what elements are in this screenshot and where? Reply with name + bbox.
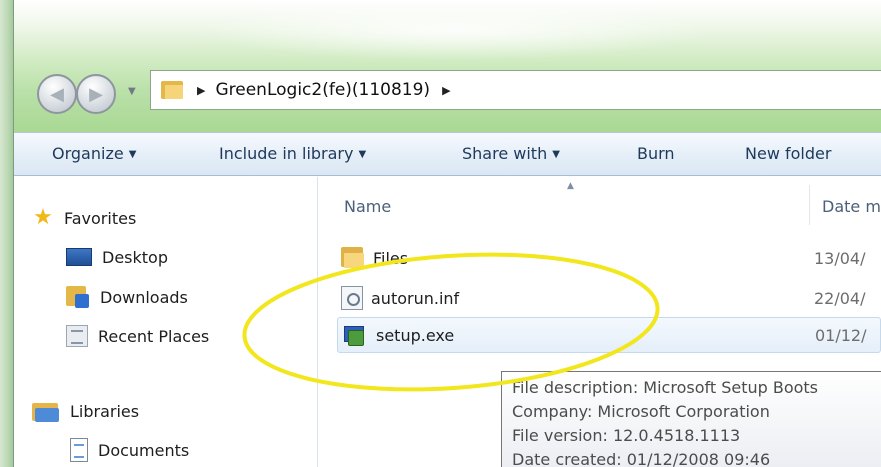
folder-icon (341, 247, 365, 269)
chevron-down-icon: ▼ (128, 86, 136, 97)
sidebar-item-libraries[interactable]: Libraries (32, 396, 332, 426)
tooltip-file-version: File version: 12.0.4518.1113 (512, 426, 741, 445)
column-divider[interactable] (809, 185, 810, 225)
include-in-library-button[interactable]: Include in library ▼ (219, 144, 366, 163)
file-date: 22/04/ (814, 288, 866, 308)
file-date: 13/04/ (814, 248, 866, 268)
back-button[interactable]: ◀ (37, 74, 77, 114)
address-bar[interactable]: ▶ GreenLogic2(fe)(110819) ▶ (150, 70, 881, 110)
setup-info-file-icon (341, 286, 363, 310)
sidebar-item-favorites[interactable]: ★ Favorites (32, 203, 332, 233)
chevron-down-icon: ▼ (128, 149, 137, 160)
include-in-library-label: Include in library (219, 144, 354, 163)
sidebar-item-label: Documents (98, 440, 190, 460)
file-info-tooltip: File description: Microsoft Setup Boots … (501, 371, 881, 467)
sidebar-item-label: Desktop (102, 247, 168, 267)
file-name: autorun.inf (371, 288, 460, 308)
downloads-folder-icon (66, 286, 90, 308)
chevron-down-icon: ▼ (552, 149, 560, 160)
desktop-icon (66, 248, 92, 266)
navigation-pane: ★ Favorites Desktop Downloads Recent Pla… (14, 177, 318, 467)
sort-ascending-icon: ▲ (567, 181, 574, 191)
breadcrumb-arrow-icon[interactable]: ▶ (197, 84, 205, 97)
tooltip-date-created: Date created: 01/12/2008 09:46 (512, 450, 771, 467)
installer-exe-icon (342, 322, 368, 348)
chevron-down-icon: ▼ (358, 149, 367, 160)
file-name: Files (373, 248, 409, 268)
title-bar (14, 0, 881, 132)
folder-icon (161, 81, 183, 99)
star-icon: ★ (33, 205, 53, 230)
sidebar-item-label: Downloads (100, 287, 188, 307)
column-header-date-modified[interactable]: Date m (822, 197, 881, 216)
column-header-row: ▲ Name Date m (319, 177, 881, 229)
organize-label: Organize (52, 144, 124, 163)
file-row-setup[interactable]: setup.exe 01/12/ (337, 317, 881, 353)
tooltip-company: Company: Microsoft Corporation (512, 402, 770, 421)
forward-button[interactable]: ▶ (76, 74, 116, 114)
file-name: setup.exe (376, 325, 455, 345)
burn-button[interactable]: Burn (637, 144, 675, 163)
command-bar: Organize ▼ Include in library ▼ Share with… (14, 132, 881, 176)
recent-places-icon (66, 325, 88, 347)
new-folder-label: New folder (745, 144, 832, 163)
documents-icon (70, 438, 88, 462)
new-folder-button[interactable]: New folder (745, 144, 831, 163)
file-date: 01/12/ (815, 325, 867, 345)
breadcrumb-arrow-icon[interactable]: ▶ (442, 84, 450, 97)
file-row-files[interactable]: Files 13/04/ (337, 241, 881, 275)
share-with-button[interactable]: Share with ▼ (462, 144, 560, 163)
back-arrow-icon: ◀ (50, 83, 64, 105)
window-frame-left (0, 0, 14, 467)
share-with-label: Share with (462, 144, 548, 163)
forward-arrow-icon: ▶ (89, 83, 103, 105)
tooltip-file-description: File description: Microsoft Setup Boots (512, 378, 819, 397)
file-row-autorun[interactable]: autorun.inf 22/04/ (337, 281, 881, 315)
sidebar-item-label: Favorites (64, 208, 137, 228)
burn-label: Burn (637, 144, 675, 163)
column-header-name[interactable]: Name (344, 197, 391, 216)
breadcrumb-current-folder[interactable]: GreenLogic2(fe)(110819) (215, 80, 430, 100)
recent-pages-dropdown[interactable]: ▼ (128, 86, 140, 98)
organize-button[interactable]: Organize ▼ (52, 144, 136, 163)
sidebar-item-label: Recent Places (98, 326, 210, 346)
libraries-icon (32, 400, 60, 422)
sidebar-item-label: Libraries (70, 401, 140, 421)
explorer-window: ◀ ▶ ▼ ▶ GreenLogic2(fe)(110819) ▶ Organi… (0, 0, 881, 467)
